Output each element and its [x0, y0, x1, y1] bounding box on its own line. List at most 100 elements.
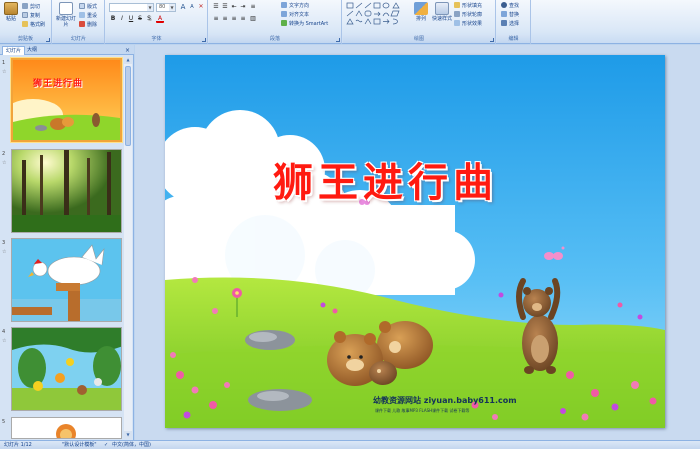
shape-outline-button[interactable]: 形状轮廓 [454, 10, 482, 18]
justify-icon[interactable]: ≡ [239, 15, 247, 23]
slide-thumbnail-5[interactable] [11, 417, 122, 439]
delete-icon [79, 21, 85, 27]
smartart-icon [281, 20, 287, 26]
text-direction-button[interactable]: 文字方向 [281, 1, 309, 9]
grow-font-icon[interactable]: A [179, 3, 187, 11]
current-slide[interactable]: 狮王进行曲 幼教资源网站 ziyuan.baby611.com 课件下载 儿歌 … [165, 55, 665, 428]
slide-workspace: 狮王进行曲 幼教资源网站 ziyuan.baby611.com 课件下载 儿歌 … [135, 45, 700, 440]
reset-icon [79, 12, 85, 18]
font-size-combo[interactable]: 80 ▼ [156, 3, 176, 12]
quick-styles-button[interactable]: 快速样式 [431, 2, 453, 22]
shape-effects-button[interactable]: 形状效果 [454, 19, 482, 27]
delete-slide-button[interactable]: 删除 [79, 20, 97, 28]
font-family-combo[interactable]: ▼ [109, 3, 154, 12]
animation-star-icon: ☆ [2, 338, 7, 344]
slide-counter: 幻灯片 1/12 [4, 442, 32, 448]
shape-fill-button[interactable]: 形状填充 [454, 1, 482, 9]
bullets-icon[interactable]: ☰ [212, 3, 220, 11]
align-text-button[interactable]: 对齐文本 [281, 10, 309, 18]
slide-title[interactable]: 狮王进行曲 [273, 150, 498, 208]
replace-button[interactable]: 替换 [501, 10, 519, 18]
tab-outline[interactable]: 大纲 [24, 46, 40, 55]
scroll-up-icon[interactable]: ▲ [124, 56, 132, 64]
layout-icon [79, 3, 85, 9]
font-color-icon[interactable]: A [156, 15, 164, 23]
font-dialog-launcher[interactable] [202, 38, 206, 42]
italic-button[interactable]: I [118, 15, 126, 23]
brush-icon [22, 21, 28, 27]
new-slide-icon [59, 2, 73, 15]
thumbnail-2-image [12, 150, 121, 232]
scroll-thumb[interactable] [125, 66, 131, 146]
decrease-indent-icon[interactable]: ⇤ [230, 3, 238, 11]
ribbon: 粘贴 剪切 复制 格式刷 剪贴板 新建幻灯片 版式 重设 删除 幻灯片 ▼ 80… [0, 0, 700, 44]
drawing-group: 排列 快速样式 形状填充 形状轮廓 形状效果 绘图 [343, 0, 496, 44]
close-icon[interactable]: × [122, 46, 133, 55]
cursor-icon [501, 20, 507, 26]
reset-button[interactable]: 重设 [79, 11, 97, 19]
slide-number: 1 [2, 60, 6, 66]
slide-thumbnail-1[interactable]: 狮王进行曲 [11, 58, 122, 142]
numbering-icon[interactable]: ☰ [221, 3, 229, 11]
tab-slides[interactable]: 幻灯片 [2, 46, 26, 55]
animation-star-icon: ☆ [2, 249, 7, 255]
animation-star-icon: ☆ [2, 69, 7, 75]
paste-button[interactable]: 粘贴 [2, 2, 20, 22]
clipboard-group: 粘贴 剪切 复制 格式刷 剪贴板 [0, 0, 52, 44]
text-direction-icon [281, 2, 287, 8]
slide-number: 3 [2, 240, 6, 246]
site-subtitle-text: 课件下载 儿歌 故事MP3 FLASH课件下载 试卷下载等 [375, 408, 470, 413]
chevron-down-icon: ▼ [147, 4, 153, 11]
slide-number: 5 [2, 419, 6, 425]
line-spacing-icon[interactable]: ≡ [249, 3, 257, 11]
copy-icon [22, 12, 28, 18]
find-button[interactable]: 查找 [501, 1, 519, 9]
increase-indent-icon[interactable]: ⇥ [239, 3, 247, 11]
effects-icon [454, 20, 460, 26]
columns-icon[interactable]: ▥ [249, 15, 257, 23]
thumbnail-title: 狮王进行曲 [33, 79, 84, 89]
align-right-icon[interactable]: ≡ [230, 15, 238, 23]
arrange-icon [414, 2, 428, 15]
bold-button[interactable]: B [109, 15, 117, 23]
site-name-text: 幼教资源网站 ziyuan.baby611.com [373, 396, 517, 405]
pencil-icon [454, 11, 460, 17]
select-button[interactable]: 选择 [501, 19, 519, 27]
arrange-button[interactable]: 排列 [411, 2, 431, 22]
paragraph-dialog-launcher[interactable] [336, 38, 340, 42]
cut-button[interactable]: 剪切 [22, 2, 40, 10]
layout-button[interactable]: 版式 [79, 2, 97, 10]
scroll-down-icon[interactable]: ▼ [124, 431, 132, 439]
drawing-group-label: 绘图 [343, 35, 495, 43]
slide-thumbnail-2[interactable] [11, 149, 122, 233]
panel-tabs: 幻灯片 大纲 × [0, 45, 134, 55]
format-painter-button[interactable]: 格式刷 [22, 20, 45, 28]
editing-group: 查找 替换 选择 编辑 [497, 0, 531, 44]
panel-scrollbar[interactable]: ▲ ▼ [124, 56, 132, 439]
convert-smartart-button[interactable]: 转换为 SmartArt [281, 19, 328, 27]
slides-group-label: 幻灯片 [53, 35, 104, 43]
copy-button[interactable]: 复制 [22, 11, 40, 19]
clear-format-icon[interactable]: ✕ [197, 3, 205, 11]
underline-button[interactable]: U [127, 15, 135, 23]
slide-thumbnail-4[interactable] [11, 327, 122, 411]
clipboard-icon [4, 2, 18, 15]
chevron-down-icon: ▼ [169, 4, 175, 11]
drawing-dialog-launcher[interactable] [490, 38, 494, 42]
paragraph-group-label: 段落 [209, 35, 341, 43]
paint-bucket-icon [454, 2, 460, 8]
new-slide-button[interactable]: 新建幻灯片 [56, 2, 76, 28]
animation-star-icon: ☆ [2, 160, 7, 166]
shadow-button[interactable]: S [145, 15, 153, 23]
font-group-label: 字体 [106, 35, 207, 43]
align-left-icon[interactable]: ≡ [212, 15, 220, 23]
status-bar: 幻灯片 1/12 "默认设计模板" ✓ 中文(简体，中国) [0, 440, 700, 449]
slide-background [165, 55, 665, 428]
shrink-font-icon[interactable]: A [188, 3, 196, 11]
language-indicator[interactable]: 中文(简体，中国) [112, 441, 151, 449]
shapes-gallery[interactable] [346, 2, 406, 28]
align-center-icon[interactable]: ≡ [221, 15, 229, 23]
slide-thumbnail-3[interactable] [11, 238, 122, 322]
clipboard-dialog-launcher[interactable] [46, 38, 50, 42]
strikethrough-button[interactable]: S [136, 15, 144, 23]
